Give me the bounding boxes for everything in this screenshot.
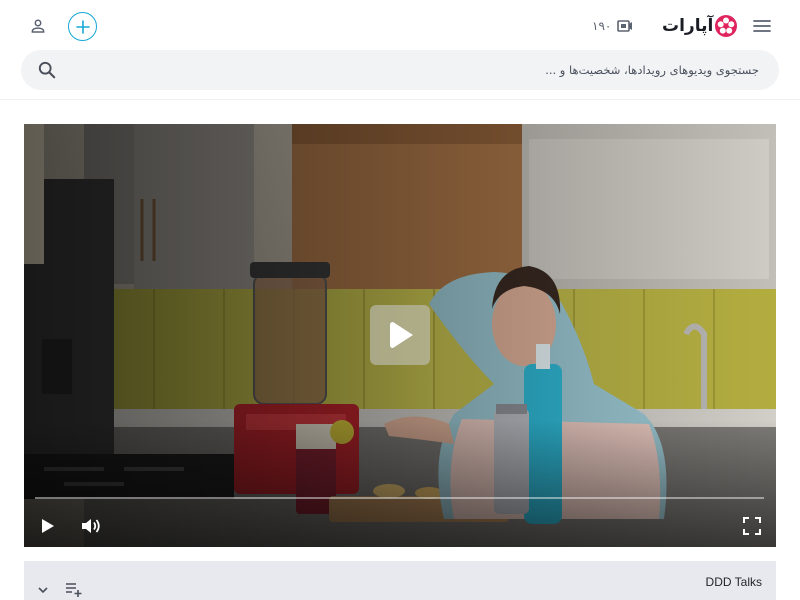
play-icon	[390, 322, 413, 348]
play-button[interactable]	[36, 514, 60, 538]
volume-icon	[82, 519, 100, 533]
channel-name[interactable]: DDD Talks	[706, 575, 762, 589]
top-header: ۱۹۰ آپارات	[0, 0, 800, 100]
chevron-down-icon[interactable]	[36, 583, 50, 597]
main-menu-button[interactable]	[748, 12, 776, 40]
fullscreen-icon	[743, 517, 761, 535]
add-icon	[75, 19, 90, 34]
menu-icon	[753, 20, 771, 32]
search-icon[interactable]	[37, 60, 57, 80]
add-to-playlist-icon[interactable]	[64, 580, 84, 598]
progress-bar[interactable]	[35, 497, 764, 499]
user-icon	[31, 19, 45, 33]
video-player[interactable]	[24, 124, 776, 547]
upload-counter[interactable]: ۱۹۰	[592, 16, 633, 36]
big-play-button[interactable]	[370, 305, 430, 365]
fullscreen-button[interactable]	[740, 514, 764, 538]
video-info-bar: DDD Talks	[24, 561, 776, 600]
play-icon	[42, 519, 54, 533]
search-input[interactable]	[81, 50, 771, 90]
upload-count: ۱۹۰	[592, 19, 612, 33]
aparat-logo[interactable]: آپارات	[658, 12, 739, 40]
volume-button[interactable]	[80, 514, 104, 538]
logo-text: آپارات	[662, 16, 714, 36]
video-camera-icon	[617, 20, 633, 32]
search-bar[interactable]	[21, 50, 779, 90]
upload-add-button[interactable]	[68, 12, 97, 41]
user-account-button[interactable]	[24, 12, 52, 40]
aparat-logo-icon	[715, 15, 738, 37]
